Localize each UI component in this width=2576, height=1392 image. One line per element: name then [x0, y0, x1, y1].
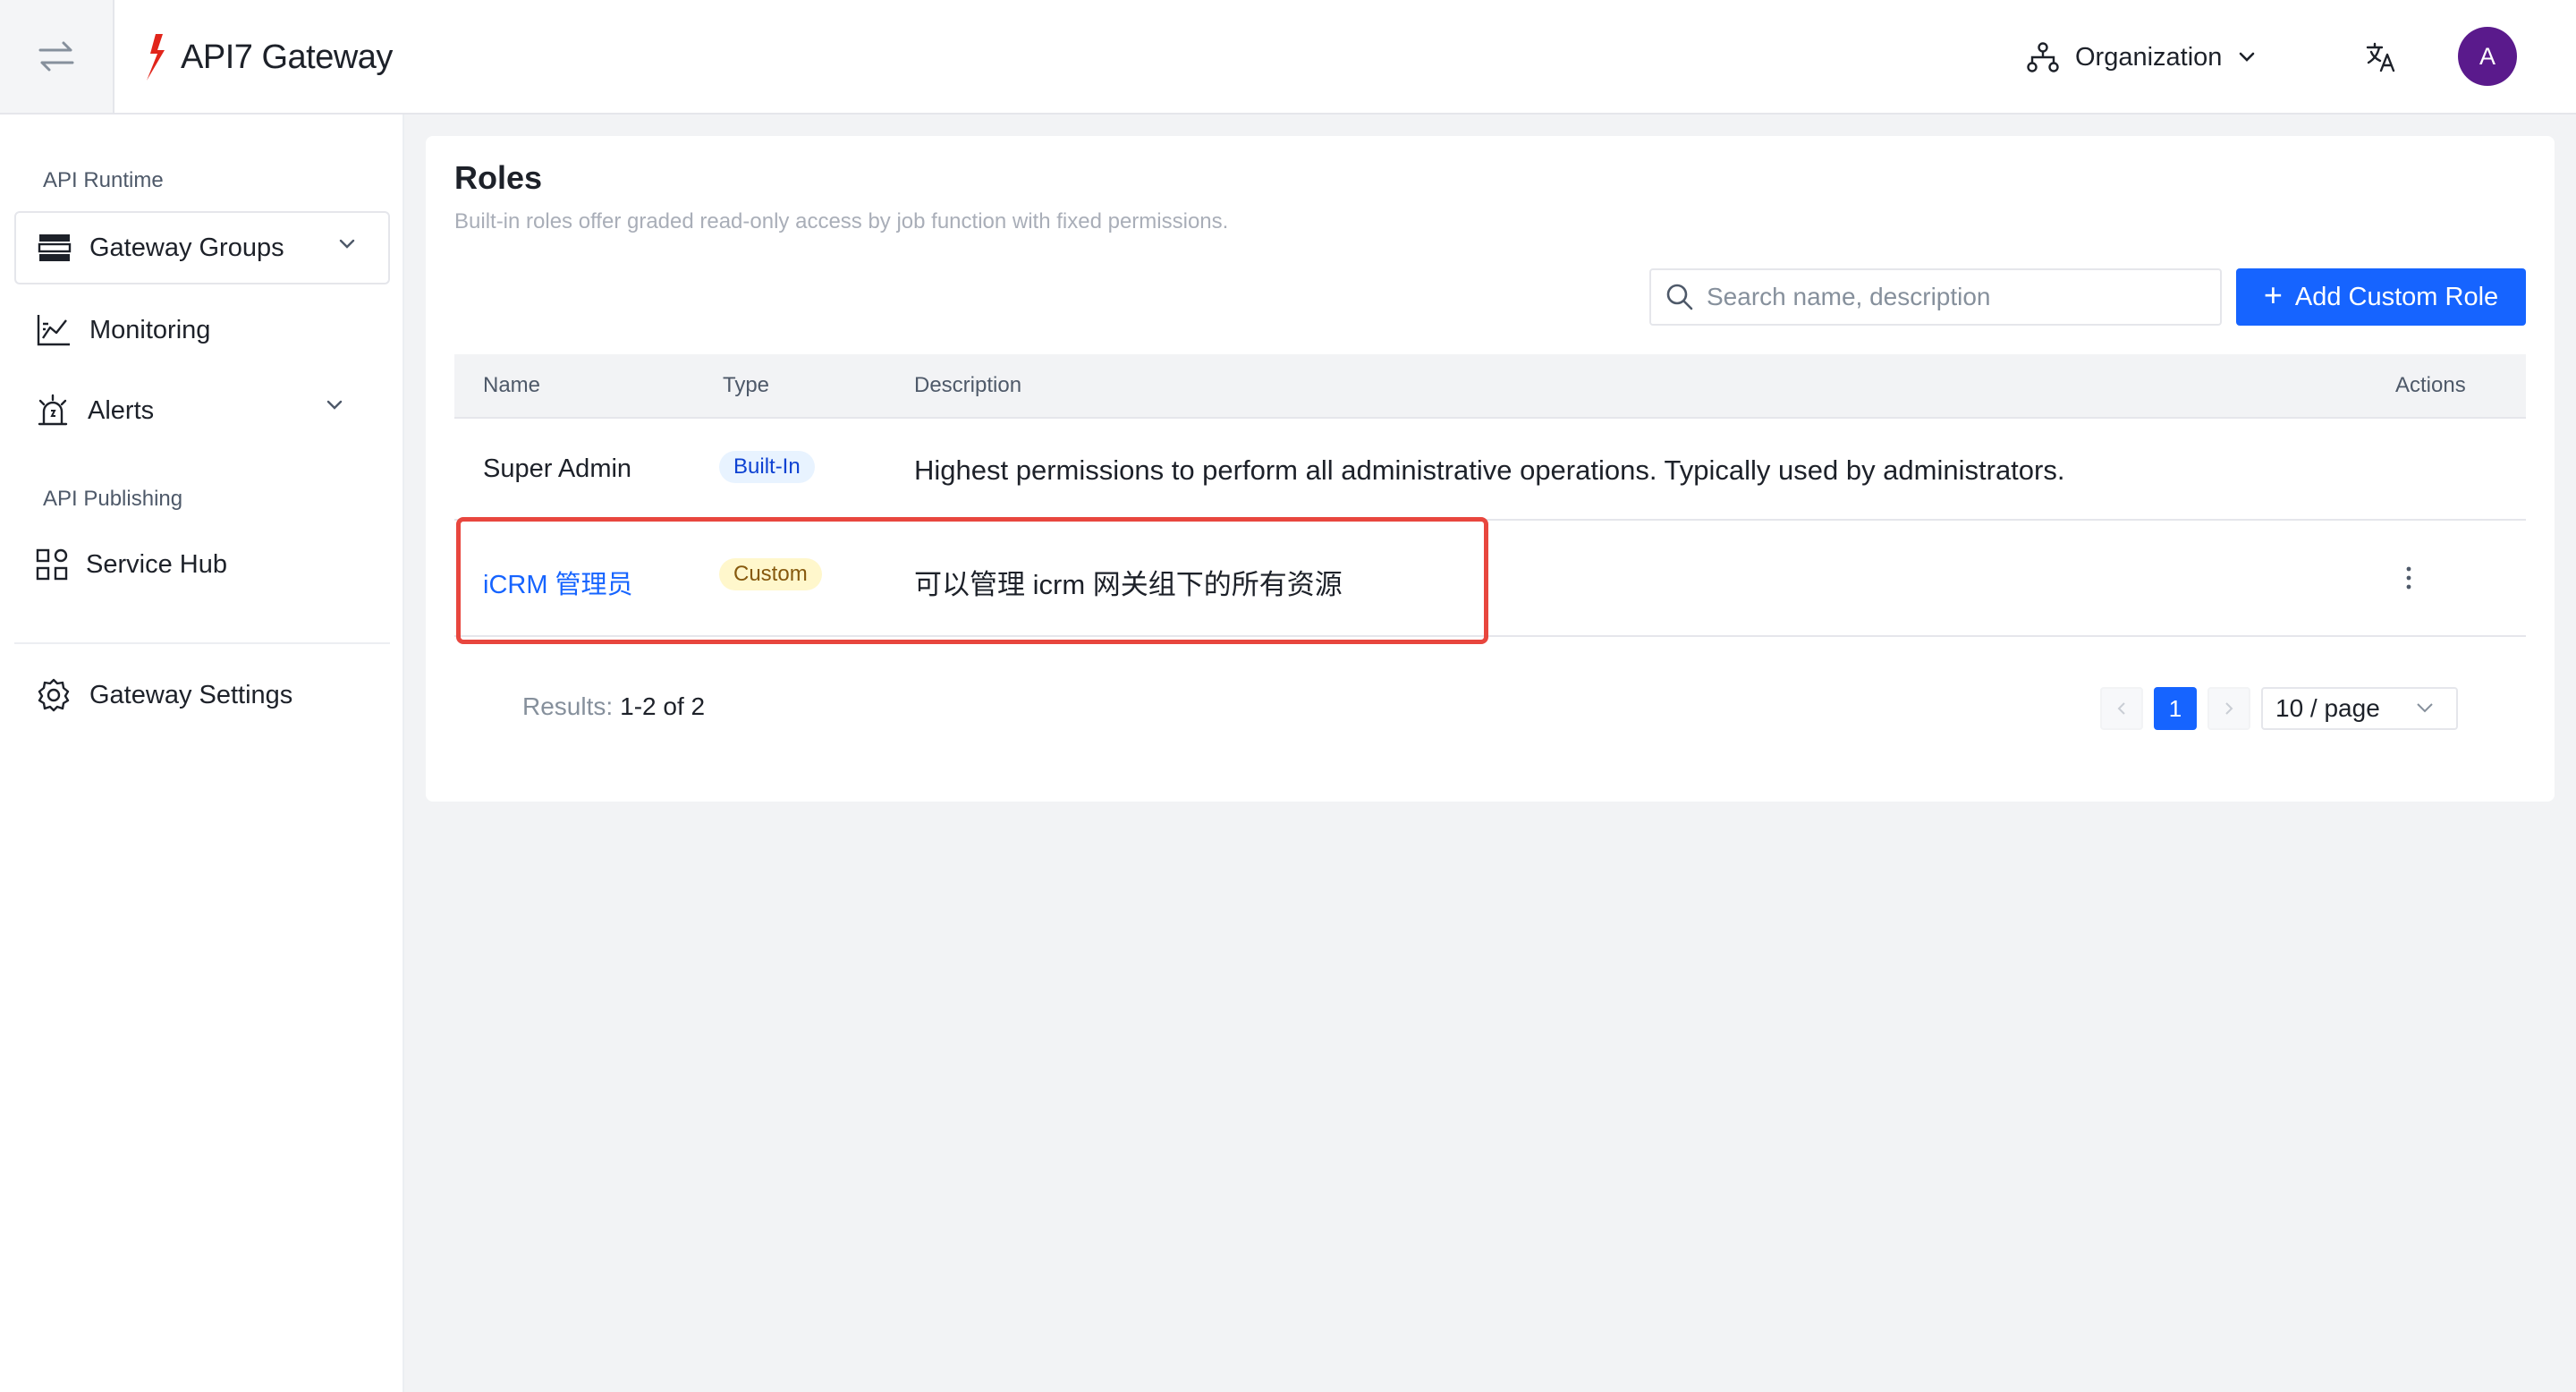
sidebar-divider: [14, 642, 390, 644]
chart-icon: [37, 315, 70, 346]
sidebar-item-alerts[interactable]: Alerts: [14, 374, 390, 447]
roles-card: Roles Built-in roles offer graded read-o…: [426, 136, 2555, 802]
organization-icon: [2027, 42, 2059, 72]
sidebar-item-label: Service Hub: [86, 549, 227, 579]
table-row: iCRM 管理员 Custom 可以管理 icrm 网关组下的所有资源: [454, 521, 2526, 637]
add-custom-role-label: Add Custom Role: [2294, 282, 2499, 311]
alarm-icon: [38, 394, 68, 426]
roles-table: Name Type Description Actions Super Admi…: [454, 354, 2526, 637]
role-name: Super Admin: [483, 454, 632, 483]
search-input[interactable]: [1707, 283, 2207, 311]
gear-icon: [38, 678, 70, 712]
sidebar-item-monitoring[interactable]: Monitoring: [14, 293, 390, 367]
plus-icon: +: [2263, 276, 2283, 313]
apps-icon: [36, 548, 68, 581]
chevron-right-icon: [2225, 702, 2233, 715]
translate-icon: [2366, 42, 2395, 72]
type-badge-custom: Custom: [719, 558, 822, 590]
column-header-name: Name: [483, 373, 541, 397]
prev-page-button[interactable]: [2100, 687, 2143, 730]
search-icon: [1666, 284, 1693, 310]
section-label-api-publishing: API Publishing: [43, 487, 183, 511]
chevron-down-icon: [326, 400, 343, 410]
top-header: API7 Gateway Organization A: [0, 0, 2576, 115]
role-name-link[interactable]: iCRM 管理员: [483, 564, 633, 601]
table-header: Name Type Description Actions: [454, 354, 2526, 419]
organization-label: Organization: [2075, 42, 2223, 72]
page-subtitle: Built-in roles offer graded read-only ac…: [454, 209, 1229, 233]
swap-arrows-icon: [38, 41, 74, 72]
column-header-description: Description: [914, 373, 1022, 397]
search-field[interactable]: [1649, 268, 2222, 326]
app-name: API7 Gateway: [181, 38, 393, 76]
page-size-value: 10 / page: [2275, 694, 2380, 722]
type-badge-builtin: Built-In: [719, 451, 815, 483]
sidebar-toggle-button[interactable]: [0, 0, 114, 113]
page-size-select[interactable]: 10 / page: [2261, 687, 2458, 730]
results-label: Results:: [522, 692, 614, 720]
chevron-down-icon: [339, 239, 355, 249]
organization-dropdown[interactable]: Organization: [2027, 36, 2256, 79]
language-switch-button[interactable]: [2361, 38, 2401, 77]
role-description: Highest permissions to perform all admin…: [914, 454, 2065, 486]
server-icon: [38, 234, 72, 261]
sidebar-item-label: Gateway Groups: [89, 233, 284, 262]
section-label-api-runtime: API Runtime: [43, 168, 164, 192]
more-vertical-icon[interactable]: [2404, 565, 2413, 590]
results-count: 1-2 of 2: [620, 692, 706, 720]
page-title: Roles: [454, 159, 543, 196]
sidebar-item-label: Alerts: [88, 395, 155, 425]
chevron-down-icon: [2240, 52, 2255, 62]
api7-logo-icon: [147, 34, 165, 81]
add-custom-role-button[interactable]: + Add Custom Role: [2236, 268, 2526, 326]
sidebar: API Runtime Gateway Groups Monitoring Al…: [0, 115, 404, 1392]
user-avatar[interactable]: A: [2458, 27, 2517, 86]
app-logo[interactable]: API7 Gateway: [140, 30, 393, 84]
chevron-left-icon: [2117, 702, 2125, 715]
sidebar-item-label: Monitoring: [89, 315, 211, 344]
sidebar-item-service-hub[interactable]: Service Hub: [14, 528, 390, 601]
results-summary: Results: 1-2 of 2: [522, 692, 705, 721]
role-description: 可以管理 icrm 网关组下的所有资源: [914, 569, 1343, 600]
table-row: Super Admin Built-In Highest permissions…: [454, 419, 2526, 521]
sidebar-item-gateway-groups[interactable]: Gateway Groups: [14, 211, 390, 284]
sidebar-item-label: Gateway Settings: [89, 680, 293, 709]
sidebar-item-gateway-settings[interactable]: Gateway Settings: [14, 658, 390, 732]
chevron-down-icon: [2417, 703, 2433, 713]
next-page-button[interactable]: [2207, 687, 2250, 730]
page-number-button[interactable]: 1: [2154, 687, 2197, 730]
column-header-type: Type: [723, 373, 770, 397]
column-header-actions: Actions: [2395, 373, 2466, 397]
